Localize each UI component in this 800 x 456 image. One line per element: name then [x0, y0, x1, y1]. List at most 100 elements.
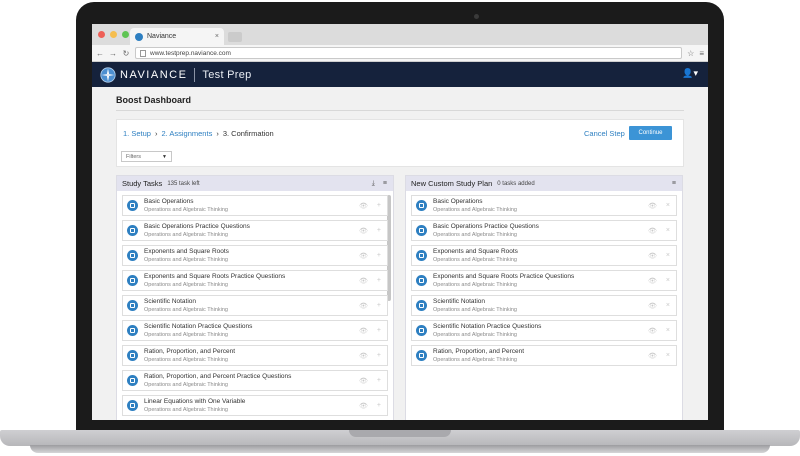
view-icon[interactable]: 👁 [359, 327, 368, 335]
task-name: Scientific Notation Practice Questions [433, 323, 542, 330]
task-item[interactable]: Basic Operations Practice Questions Opera… [122, 220, 388, 241]
task-book-icon [127, 250, 138, 261]
task-book-icon [416, 200, 427, 211]
study-tasks-title: Study Tasks [122, 179, 163, 188]
view-icon[interactable]: 👁 [648, 277, 657, 285]
view-icon[interactable]: 👁 [359, 202, 368, 210]
add-icon[interactable]: + [377, 352, 381, 360]
maximize-window-button[interactable] [122, 31, 129, 38]
task-text: Exponents and Square Roots Practice Ques… [433, 273, 574, 288]
remove-icon[interactable]: × [666, 277, 670, 285]
task-item[interactable]: Basic Operations Practice Questions Opera… [411, 220, 677, 241]
view-icon[interactable]: 👁 [359, 377, 368, 385]
task-text: Ration, Proportion, and Percent Operation… [433, 348, 524, 363]
browser-menu-icon[interactable]: ≡ [699, 49, 704, 58]
back-icon[interactable]: ← [96, 49, 104, 58]
add-icon[interactable]: + [377, 327, 381, 335]
view-icon[interactable]: 👁 [648, 327, 657, 335]
window-controls [98, 31, 129, 38]
view-icon[interactable]: 👁 [648, 302, 657, 310]
view-icon[interactable]: 👁 [359, 277, 368, 285]
download-icon[interactable]: ⤓ [372, 180, 375, 188]
add-icon[interactable]: + [377, 252, 381, 260]
menu-icon[interactable]: ≡ [672, 180, 676, 187]
close-window-button[interactable] [98, 31, 105, 38]
view-icon[interactable]: 👁 [359, 352, 368, 360]
task-item[interactable]: Exponents and Square Roots Operations and… [122, 245, 388, 266]
camera [474, 14, 479, 19]
tab-title: Naviance [147, 33, 177, 40]
task-item[interactable]: Basic Operations Operations and Algebraic… [122, 195, 388, 216]
add-icon[interactable]: + [377, 402, 381, 410]
task-text: Basic Operations Practice Questions Opera… [144, 223, 250, 238]
page-title: Boost Dashboard [116, 87, 684, 111]
add-icon[interactable]: + [377, 202, 381, 210]
task-item[interactable]: Linear Equations with One Variable Operat… [122, 395, 388, 416]
remove-icon[interactable]: × [666, 302, 670, 310]
task-item[interactable]: Exponents and Square Roots Practice Ques… [411, 270, 677, 291]
tab-close-icon[interactable]: × [215, 33, 219, 40]
task-item[interactable]: Ration, Proportion, and Percent Operation… [411, 345, 677, 366]
task-item[interactable]: Ration, Proportion, and Percent Operation… [122, 345, 388, 366]
task-item[interactable]: Scientific Notation Practice Questions Op… [411, 320, 677, 341]
add-icon[interactable]: + [377, 227, 381, 235]
continue-button[interactable]: Continue [629, 126, 672, 140]
remove-icon[interactable]: × [666, 327, 670, 335]
task-text: Ration, Proportion, and Percent Practice… [144, 373, 291, 388]
task-book-icon [127, 375, 138, 386]
filters-select[interactable]: Filters ▼ [121, 151, 172, 162]
task-item[interactable]: Exponents and Square Roots Operations and… [411, 245, 677, 266]
task-text: Scientific Notation Practice Questions Op… [433, 323, 541, 338]
task-name: Basic Operations Practice Questions [144, 223, 250, 230]
task-item[interactable]: Scientific Notation Practice Questions Op… [122, 320, 388, 341]
reload-icon[interactable]: ↻ [122, 49, 130, 58]
bookmark-star-icon[interactable]: ☆ [687, 49, 694, 58]
view-icon[interactable]: 👁 [648, 202, 657, 210]
task-item[interactable]: Ration, Proportion, and Percent Practice… [122, 370, 388, 391]
cancel-step-link[interactable]: Cancel Step [584, 129, 625, 138]
task-subject: Operations and Algebraic Thinking [144, 207, 228, 213]
view-icon[interactable]: 👁 [648, 352, 657, 360]
task-name: Linear Equations with One Variable [144, 398, 246, 405]
task-item[interactable]: Exponents and Square Roots Practice Ques… [122, 270, 388, 291]
view-icon[interactable]: 👁 [359, 252, 368, 260]
task-subject: Operations and Algebraic Thinking [144, 282, 228, 288]
naviance-logo[interactable]: NAVIANCE [100, 66, 187, 83]
remove-icon[interactable]: × [666, 202, 670, 210]
user-menu-icon[interactable]: 👤▾ [682, 68, 698, 79]
view-icon[interactable]: 👁 [648, 252, 657, 260]
step-card: 1. Setup › 2. Assignments › 3. Confirmat… [116, 119, 684, 167]
minimize-window-button[interactable] [110, 31, 117, 38]
task-subject: Operations and Algebraic Thinking [433, 307, 517, 313]
remove-icon[interactable]: × [666, 352, 670, 360]
view-icon[interactable]: 👁 [359, 402, 368, 410]
task-subject: Operations and Algebraic Thinking [433, 332, 517, 338]
add-icon[interactable]: + [377, 277, 381, 285]
task-book-icon [127, 325, 138, 336]
add-icon[interactable]: + [377, 302, 381, 310]
view-icon[interactable]: 👁 [359, 302, 368, 310]
add-icon[interactable]: + [377, 377, 381, 385]
menu-icon[interactable]: ≡ [383, 180, 387, 188]
remove-icon[interactable]: × [666, 227, 670, 235]
caret-down-icon: ▼ [162, 154, 167, 160]
task-item[interactable]: Scientific Notation Operations and Algebr… [411, 295, 677, 316]
step-setup-link[interactable]: 1. Setup [123, 129, 151, 138]
breadcrumb: 1. Setup › 2. Assignments › 3. Confirmat… [123, 129, 274, 138]
step-assignments-link[interactable]: 2. Assignments [161, 129, 212, 138]
task-text: Basic Operations Operations and Algebraic… [144, 198, 228, 213]
laptop-notch [349, 430, 451, 437]
task-item[interactable]: Basic Operations Operations and Algebraic… [411, 195, 677, 216]
task-name: Exponents and Square Roots [433, 248, 518, 255]
forward-icon[interactable]: → [109, 49, 117, 58]
study-tasks-count: 135 task left [167, 180, 200, 187]
view-icon[interactable]: 👁 [648, 227, 657, 235]
browser-tab[interactable]: Naviance × [130, 28, 224, 45]
address-bar[interactable]: www.testprep.naviance.com [135, 47, 683, 59]
task-name: Ration, Proportion, and Percent [433, 348, 525, 355]
task-text: Exponents and Square Roots Practice Ques… [144, 273, 285, 288]
new-tab-button[interactable] [228, 32, 242, 42]
remove-icon[interactable]: × [666, 252, 670, 260]
view-icon[interactable]: 👁 [359, 227, 368, 235]
task-item[interactable]: Scientific Notation Operations and Algebr… [122, 295, 388, 316]
